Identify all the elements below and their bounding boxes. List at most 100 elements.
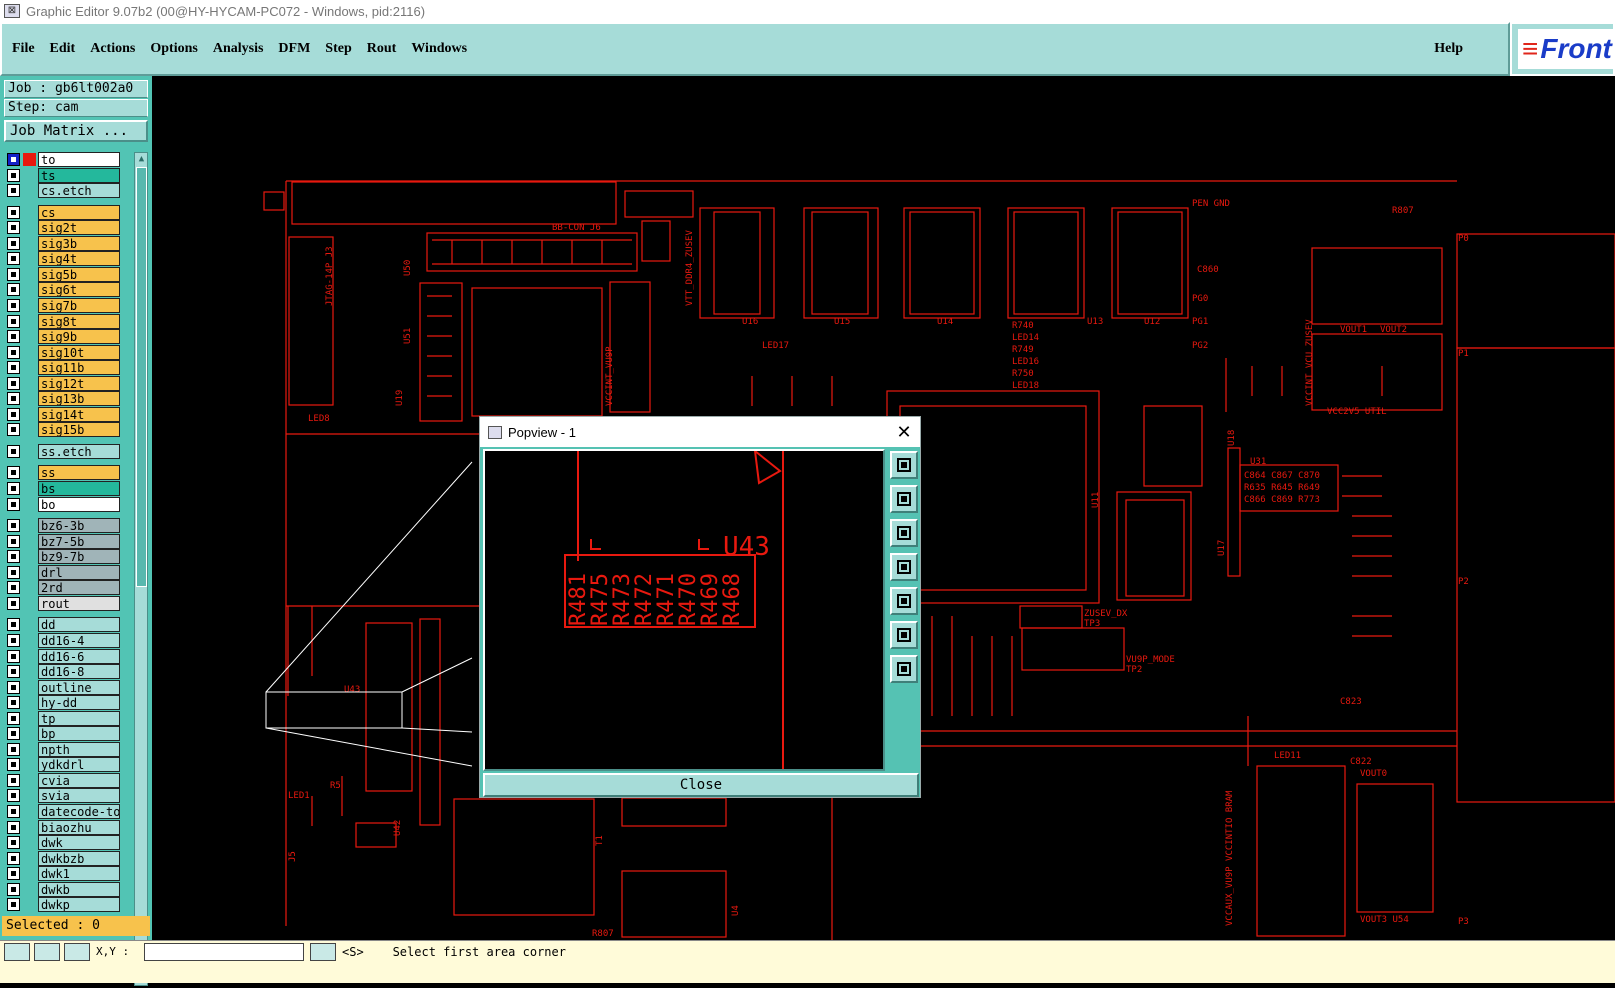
layer-name[interactable]: bs (38, 481, 120, 496)
layer-checkbox[interactable] (7, 407, 20, 421)
layer-checkbox[interactable] (7, 376, 20, 390)
layer-name[interactable]: ydkdrl (38, 757, 120, 773)
layer-name[interactable]: sig5b (38, 266, 120, 282)
menu-step[interactable]: Step (325, 41, 351, 57)
layer-name[interactable]: drl (38, 564, 120, 580)
layer-name[interactable]: dwk1 (38, 866, 120, 882)
layer-row-sig4t[interactable]: sig4t (4, 251, 134, 267)
layer-row-sig14t[interactable]: sig14t (4, 406, 134, 422)
layer-name[interactable]: dwk (38, 835, 120, 851)
pan-left-icon[interactable] (890, 553, 918, 581)
layer-name[interactable]: npth (38, 741, 120, 757)
layer-checkbox[interactable] (7, 820, 20, 834)
zoom-out-icon[interactable] (890, 655, 918, 683)
layer-row-sig15b[interactable]: sig15b (4, 422, 134, 438)
layer-row-sig11b[interactable]: sig11b (4, 360, 134, 376)
layer-row-bo[interactable]: ↭bo (4, 496, 134, 512)
layer-row-sig2t[interactable]: sig2t (4, 220, 134, 236)
layer-checkbox[interactable] (7, 482, 20, 495)
layer-checkbox[interactable] (7, 392, 20, 406)
layer-row-outline[interactable]: ↭outline (4, 679, 134, 695)
layer-row-sig8t[interactable]: sig8t (4, 313, 134, 329)
layer-row-dwkp[interactable]: dwkp (4, 897, 134, 913)
menu-rout[interactable]: Rout (367, 41, 397, 57)
menu-analysis[interactable]: Analysis (213, 41, 264, 57)
layer-row-rout[interactable]: rout (4, 595, 134, 611)
layer-checkbox[interactable] (7, 298, 20, 312)
layer-row-drl[interactable]: drl (4, 564, 134, 580)
menu-options[interactable]: Options (150, 41, 197, 57)
layer-row-bs[interactable]: ↭bs (4, 481, 134, 496)
pan-down-icon[interactable] (890, 519, 918, 547)
layer-checkbox[interactable] (7, 205, 20, 219)
layer-row-svia[interactable]: svia (4, 788, 134, 804)
layer-name[interactable]: dwkb (38, 881, 120, 897)
layer-name[interactable]: bz6-3b (38, 518, 120, 534)
layer-row-dwk[interactable]: dwk (4, 835, 134, 851)
layer-name[interactable]: dd16-8 (38, 664, 120, 680)
layer-row-sig3b[interactable]: sig3b (4, 235, 134, 251)
layer-checkbox[interactable] (7, 867, 20, 881)
layer-checkbox[interactable] (7, 444, 20, 458)
layer-name[interactable]: bz7-5b (38, 533, 120, 549)
layer-name[interactable]: bz9-7b (38, 549, 120, 565)
layer-name[interactable]: dwkp (38, 897, 120, 913)
layer-name[interactable]: sig11b (38, 360, 120, 376)
layer-name[interactable]: dd (38, 617, 120, 633)
layer-name[interactable]: bp (38, 726, 120, 742)
select-tool-icon[interactable] (4, 943, 30, 961)
layer-row-datecode-to[interactable]: datecode-to (4, 804, 134, 819)
layer-row-tp[interactable]: tp (4, 710, 134, 726)
layer-name[interactable]: dwkbzb (38, 850, 120, 866)
layer-row-hy-dd[interactable]: hy-dd (4, 695, 134, 711)
layer-name[interactable]: sig10t (38, 344, 120, 360)
layer-checkbox[interactable] (7, 466, 20, 480)
layer-checkbox[interactable] (7, 184, 20, 198)
layer-name[interactable]: sig8t (38, 313, 120, 329)
layer-checkbox[interactable] (7, 519, 20, 533)
layer-checkbox[interactable] (7, 727, 20, 741)
layer-name[interactable]: to (38, 152, 120, 167)
popview-close-icon[interactable]: ✕ (892, 420, 916, 444)
layer-name[interactable]: tp (38, 710, 120, 726)
layer-row-ydkdrl[interactable]: ydkdrl (4, 757, 134, 773)
layer-checkbox[interactable] (7, 618, 20, 632)
zoom-fit-icon[interactable] (890, 451, 918, 479)
layer-row-to[interactable]: ↭to (4, 152, 134, 167)
layer-checkbox[interactable] (7, 851, 20, 865)
layer-name[interactable]: outline (38, 679, 120, 695)
layer-row-sig13b[interactable]: sig13b (4, 391, 134, 407)
layer-row-bp[interactable]: bp (4, 726, 134, 742)
layer-row-sig7b[interactable]: sig7b (4, 297, 134, 313)
menu-windows[interactable]: Windows (411, 41, 467, 57)
zoom-in-icon[interactable] (890, 621, 918, 649)
layer-list-scrollbar[interactable]: ▲ ▼ (134, 152, 148, 986)
layer-name[interactable]: biaozhu (38, 819, 120, 835)
layer-name[interactable]: bo (38, 496, 120, 512)
layer-checkbox[interactable] (7, 330, 20, 344)
layer-checkbox[interactable] (7, 649, 20, 663)
layer-row-npth[interactable]: npth (4, 741, 134, 757)
layer-checkbox[interactable] (7, 836, 20, 850)
layer-name[interactable]: sig9b (38, 329, 120, 345)
layer-checkbox[interactable] (7, 665, 20, 679)
layer-checkbox[interactable] (7, 221, 20, 235)
layer-checkbox[interactable] (7, 283, 20, 297)
layer-row-dd16-6[interactable]: ↭dd16-6 (4, 648, 134, 664)
layer-name[interactable]: sig14t (38, 406, 120, 422)
layer-checkbox[interactable] (7, 168, 20, 182)
layer-name[interactable]: datecode-to (38, 804, 120, 819)
layer-checkbox[interactable] (7, 153, 20, 166)
layer-name[interactable]: ss.etch (38, 443, 120, 459)
layer-name[interactable]: svia (38, 788, 120, 804)
layer-name[interactable]: sig15b (38, 422, 120, 438)
menu-actions[interactable]: Actions (90, 41, 135, 57)
layer-row-sig5b[interactable]: sig5b (4, 266, 134, 282)
layer-name[interactable]: dd16-4 (38, 632, 120, 648)
layer-name[interactable]: rout (38, 595, 120, 611)
layer-checkbox[interactable] (7, 711, 20, 725)
layer-checkbox[interactable] (7, 882, 20, 896)
layer-row-cs.etch[interactable]: cs.etch (4, 183, 134, 199)
layer-name[interactable]: ss (38, 465, 120, 481)
layer-checkbox[interactable] (7, 534, 20, 548)
